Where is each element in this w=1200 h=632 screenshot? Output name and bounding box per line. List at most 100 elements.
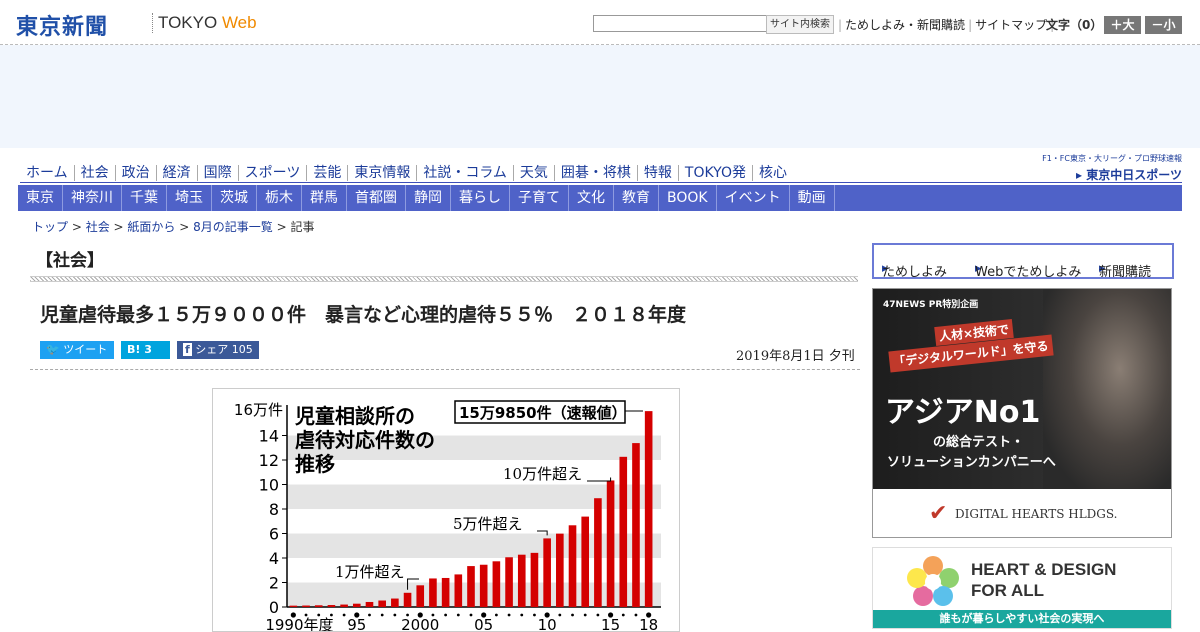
site-header: 東京新聞 TOKYO Web サイト内検索 | ためしよみ・新聞購読 | サイトマップ… xyxy=(0,0,1200,45)
primary-nav-items: ホーム 社会 政治 経済 国際 スポーツ 芸能 東京情報 社説・コラム 天気 囲碁・将棋 特報 TOKY… xyxy=(20,162,793,182)
breadcrumb-link[interactable]: 8月の記事一覧 xyxy=(193,220,273,234)
chart-bar xyxy=(378,600,386,607)
chart-bar xyxy=(619,456,628,607)
header-links: | ためしよみ・新聞購読 | サイトマップ | xyxy=(835,16,1057,33)
nav-item[interactable]: 東京情報 xyxy=(347,165,417,181)
x-tick-dot xyxy=(520,613,524,617)
chart-annotation: 5万件超え xyxy=(453,515,523,533)
region-nav-item[interactable]: 埼玉 xyxy=(167,185,212,211)
breadcrumb-separator: > xyxy=(68,220,86,234)
site-logo[interactable]: 東京新聞 xyxy=(16,9,108,41)
breadcrumb-current: 記事 xyxy=(290,220,315,234)
subscription-links-box: ▸ ためしよみ ▸ Webでためしよみ ▸ 新聞購読 xyxy=(872,243,1174,280)
chart-bar xyxy=(467,566,475,607)
region-nav-item[interactable]: 茨城 xyxy=(212,185,257,211)
region-nav-item[interactable]: 文化 xyxy=(569,185,614,211)
x-tick-dot xyxy=(342,613,346,617)
top-ad-banner[interactable] xyxy=(0,45,1200,148)
region-nav-item[interactable]: 群馬 xyxy=(302,185,347,211)
search-input[interactable] xyxy=(593,15,767,32)
nav-item[interactable]: 特報 xyxy=(636,165,678,181)
sitemap-link[interactable]: サイトマップ xyxy=(975,18,1047,32)
chart-bar xyxy=(391,598,399,607)
region-nav-item[interactable]: 静岡 xyxy=(406,185,451,211)
region-nav-item[interactable]: 暮らし xyxy=(451,185,510,211)
region-nav-item[interactable]: 教育 xyxy=(614,185,659,211)
nav-item[interactable]: 社会 xyxy=(73,165,115,181)
tweet-button[interactable]: 🐦 ツイート xyxy=(40,341,114,359)
nav-item[interactable]: 核心 xyxy=(751,165,793,181)
search-button[interactable]: サイト内検索 xyxy=(766,15,834,34)
nav-item[interactable]: 囲碁・将棋 xyxy=(553,165,637,181)
region-nav-item[interactable]: 栃木 xyxy=(257,185,302,211)
chevron-right-icon: ▸ xyxy=(1076,168,1087,182)
ad-footer: ✔ DIGITAL HEARTS HLDGS. xyxy=(873,489,1171,537)
link-separator: | xyxy=(968,18,973,32)
chart-bar xyxy=(302,605,310,607)
region-nav-item[interactable]: 首都圏 xyxy=(347,185,406,211)
nav-item[interactable]: ホーム xyxy=(20,165,74,181)
chart-bar xyxy=(454,574,463,607)
chart-bar xyxy=(505,557,513,607)
nav-item[interactable]: 社説・コラム xyxy=(416,165,513,181)
article-chart-image[interactable]: 0 2 4 6 8 10 12 14 16万件 1990年度 95 2000 05 10 15 18 児童相談所… xyxy=(212,388,680,632)
chart-bar xyxy=(429,578,437,607)
chart-bar xyxy=(632,443,640,607)
region-nav-item[interactable]: 神奈川 xyxy=(63,185,122,211)
ad-badge: 47NEWS PR特別企画 xyxy=(883,300,979,310)
chart-bar xyxy=(644,411,653,607)
breadcrumb-link[interactable]: トップ xyxy=(32,220,68,234)
y-tick-label: 4 xyxy=(269,549,279,568)
chart-bar xyxy=(403,592,412,607)
breadcrumb-link[interactable]: 紙面から xyxy=(127,220,175,234)
ad2-line2: FOR ALL xyxy=(971,581,1045,600)
x-tick-dot xyxy=(533,613,536,617)
chunichi-brand-text: 東京中日スポーツ xyxy=(1086,168,1182,182)
chart-title-line: 推移 xyxy=(295,452,335,476)
y-tick-label: 6 xyxy=(269,525,279,544)
region-nav-item[interactable]: イベント xyxy=(717,185,790,211)
nav-item[interactable]: 政治 xyxy=(114,165,156,181)
breadcrumb-link[interactable]: 社会 xyxy=(86,220,110,234)
x-tick-dot xyxy=(444,613,448,617)
nav-item[interactable]: スポーツ xyxy=(237,165,307,181)
logo-web-accent: Web xyxy=(221,13,257,32)
x-tick-label: 15 xyxy=(601,616,620,631)
chunichi-sports-link[interactable]: F1・FC東京・大リーグ・プロ野球速報 ▸ 東京中日スポーツ xyxy=(1042,153,1182,183)
x-tick-dot xyxy=(558,613,562,617)
trial-subscribe-link[interactable]: ためしよみ・新聞購読 xyxy=(845,18,965,32)
nav-item[interactable]: 国際 xyxy=(196,165,238,181)
region-nav-item[interactable]: 子育て xyxy=(510,185,569,211)
x-tick-dot xyxy=(507,613,511,617)
region-nav: 東京 神奈川 千葉 埼玉 茨城 栃木 群馬 首都圏 静岡 暮らし 子育て 文化 教育 BOOK イベント 動画 xyxy=(18,185,1182,211)
tokyo-web-logo[interactable]: TOKYO Web xyxy=(158,13,257,33)
y-tick-label: 12 xyxy=(259,451,279,470)
facebook-icon: f xyxy=(183,343,192,356)
y-tick-label: 0 xyxy=(269,598,279,617)
chart-bar xyxy=(289,605,298,607)
chart-callout-text: 15万9850件（速報値） xyxy=(459,404,627,422)
ad-company: DIGITAL HEARTS HLDGS. xyxy=(955,507,1118,521)
region-nav-item[interactable]: 千葉 xyxy=(122,185,167,211)
digital-hearts-ad[interactable]: 47NEWS PR特別企画 人材×技術で 「デジタルワールド」を守る アジアNo… xyxy=(872,288,1172,538)
region-nav-item[interactable]: BOOK xyxy=(659,185,717,211)
nav-item[interactable]: 芸能 xyxy=(306,165,348,181)
nav-item[interactable]: TOKYO発 xyxy=(677,165,752,181)
chart-bar xyxy=(530,552,539,607)
region-nav-item[interactable]: 動画 xyxy=(790,185,835,211)
nav-item[interactable]: 天気 xyxy=(512,165,554,181)
facebook-share-button[interactable]: f シェア 105 xyxy=(177,341,259,359)
region-nav-item[interactable]: 東京 xyxy=(18,185,63,211)
ad-dark-panel: 47NEWS PR特別企画 人材×技術で 「デジタルワールド」を守る アジアNo… xyxy=(873,289,1171,489)
ad-portrait xyxy=(1043,289,1171,489)
x-tick-dot xyxy=(456,613,460,617)
chart-bar xyxy=(517,554,526,607)
ad2-tagline: 誰もが暮らしやすい社会の実現へ xyxy=(873,610,1171,628)
font-size-down-button[interactable]: －小 xyxy=(1145,16,1182,34)
sidebar-link-subscribe-label: 新聞購読 xyxy=(1099,265,1152,280)
font-size-up-button[interactable]: ＋大 xyxy=(1104,16,1141,34)
ad-big-text: アジアNo1 xyxy=(885,395,1041,430)
nav-item[interactable]: 経済 xyxy=(155,165,197,181)
heart-design-ad[interactable]: HEART & DESIGN FOR ALL 誰もが暮らしやすい社会の実現へ xyxy=(872,547,1172,629)
hatena-button[interactable]: B! 3 xyxy=(121,341,170,359)
